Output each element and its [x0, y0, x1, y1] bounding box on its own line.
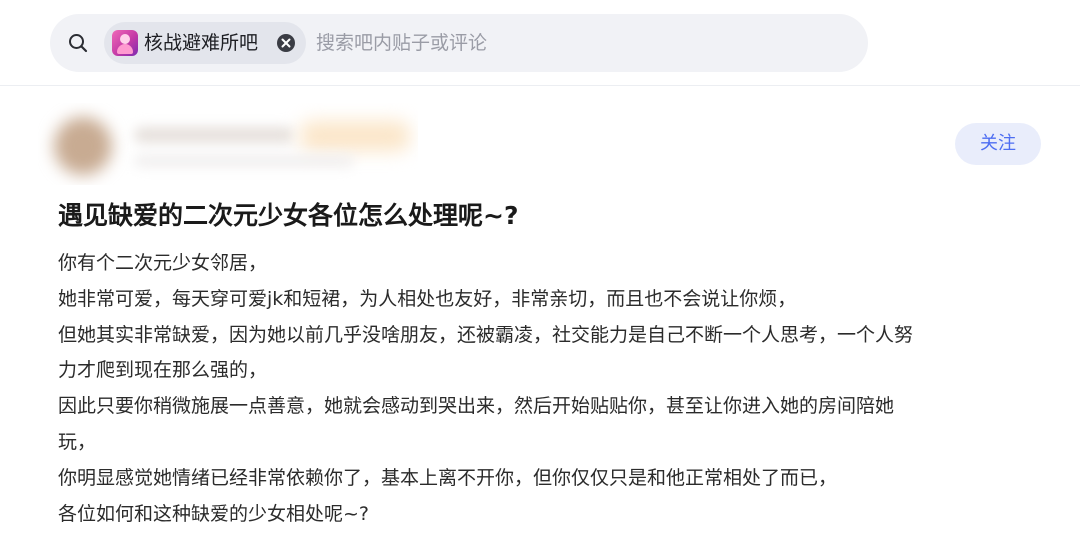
post-body-line: 你明显感觉她情绪已经非常依赖你了，基本上离不开你，但你仅仅只是和他正常相处了而已… [58, 466, 838, 489]
author-name-blurred [134, 127, 294, 143]
post-body-line: 但她其实非常缺爱，因为她以前几乎没啥朋友，还被霸凌，社交能力是自己不断一个人思考… [58, 323, 914, 346]
avatar [54, 117, 112, 175]
post-card: 关注 遇见缺爱的二次元少女各位怎么处理呢~? 你有个二次元少女邻居， 她非常可爱… [0, 87, 1080, 538]
author-badge-blurred [300, 121, 410, 151]
search-icon[interactable] [68, 33, 88, 53]
post-body-line: 她非常可爱，每天穿可爱jk和短裙，为人相处也友好，非常亲切，而且也不会说让你烦， [58, 287, 797, 310]
post-body: 你有个二次元少女邻居， 她非常可爱，每天穿可爱jk和短裙，为人相处也友好，非常亲… [58, 246, 1028, 532]
forum-filter-chip[interactable]: 核战避难所吧 [104, 22, 306, 64]
author-info-blurred [38, 103, 418, 185]
author-meta-blurred [134, 155, 354, 167]
search-input[interactable] [316, 28, 796, 58]
forum-avatar-icon [112, 30, 138, 56]
forum-chip-name: 核战避难所吧 [144, 32, 259, 54]
top-bar: 核战避难所吧 [0, 0, 1080, 86]
post-body-line: 因此只要你稍微施展一点善意，她就会感动到哭出来，然后开始贴贴你，甚至让你进入她的… [58, 395, 895, 418]
search-bar[interactable]: 核战避难所吧 [50, 14, 868, 72]
post-body-line: 力才爬到现在那么强的， [58, 359, 268, 382]
post-body-line: 你有个二次元少女邻居， [58, 252, 268, 274]
close-circle-icon[interactable] [276, 33, 296, 53]
follow-button[interactable]: 关注 [955, 123, 1041, 165]
post-body-line: 各位如何和这种缺爱的少女相处呢~? [58, 502, 370, 525]
post-title: 遇见缺爱的二次元少女各位怎么处理呢~? [58, 201, 519, 230]
post-body-line: 玩， [58, 430, 97, 453]
